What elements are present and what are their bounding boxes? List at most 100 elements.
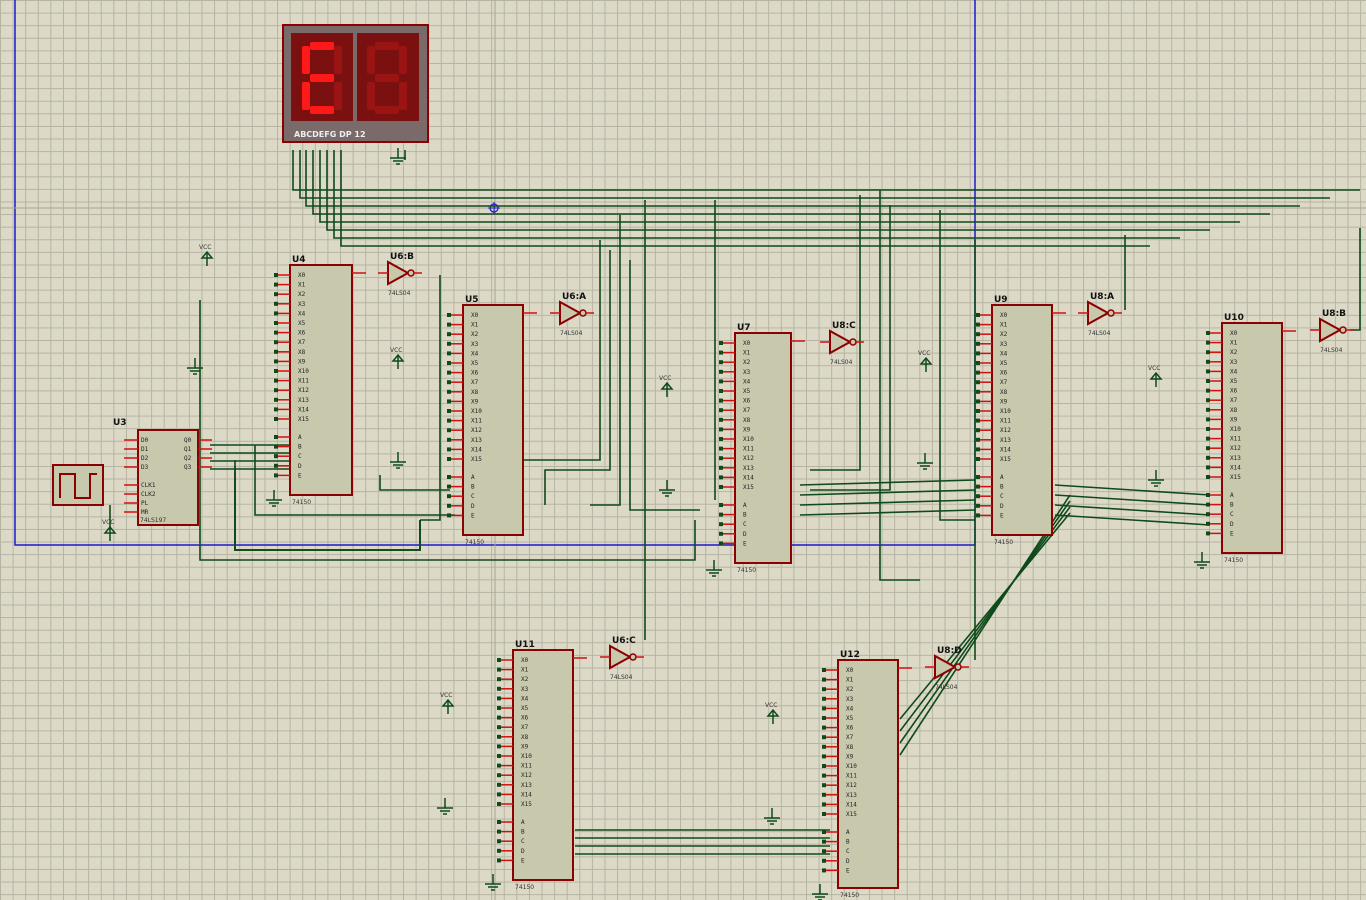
inverter-u8-a[interactable]: U8:A 74LS04 [1078, 292, 1122, 337]
pin-label: D2 [141, 455, 149, 462]
pin-label: X7 [1000, 379, 1008, 386]
vcc-symbol[interactable]: VCC [1148, 365, 1163, 387]
inverter-u8-d[interactable]: U8:D 74LS04 [925, 646, 969, 691]
pin-label: X3 [1230, 359, 1238, 366]
pin-label: B [1000, 484, 1004, 491]
pin-label: X0 [521, 657, 529, 664]
vcc-label: VCC [440, 692, 452, 699]
ground-symbol[interactable] [1148, 470, 1164, 487]
segment-a [375, 42, 399, 50]
pin-label: X8 [471, 389, 479, 396]
vcc-symbol[interactable]: VCC [390, 347, 405, 369]
inverter-type: 74LS04 [610, 674, 633, 681]
pin-label: X5 [471, 360, 479, 367]
pin-label: X13 [1230, 455, 1241, 462]
pin-label: X9 [1000, 398, 1008, 405]
vcc-symbol[interactable]: VCC [918, 350, 933, 372]
pin-label: X14 [846, 801, 857, 808]
ground-symbol[interactable] [390, 148, 406, 165]
ground-symbol[interactable] [659, 480, 675, 497]
segment-b [334, 46, 342, 74]
origin-marker[interactable] [488, 202, 500, 214]
chip-u3-counter[interactable]: U3 74LS197 D0 D1 D2 D3 CLK1 CLK2 PL MR Q0 Q1 Q2 Q3 [113, 418, 212, 526]
segment-f [367, 46, 375, 74]
chip-u7[interactable]: U7 74150 X0 X1 X2 X3 X4 X5 X6 X7 X8 X9 X10 X11 X12 X13 X… [719, 323, 805, 574]
pin-label: X4 [743, 378, 751, 385]
chip-u5[interactable]: U5 74150 X0 X1 X2 X3 X4 X5 X6 X7 X8 X9 X10 X11 X12 X13 X… [447, 295, 537, 546]
pin-label: B [521, 829, 525, 836]
pin-label: X11 [298, 378, 309, 385]
pin-label: D [743, 531, 747, 538]
pin-label: X4 [1230, 368, 1238, 375]
pin-label: X4 [298, 310, 306, 317]
vcc-label: VCC [918, 350, 930, 357]
pin-label: X12 [1000, 427, 1011, 434]
vcc-symbol[interactable]: VCC [440, 692, 455, 714]
segment-e [302, 82, 310, 110]
pin-label: X4 [1000, 350, 1008, 357]
seven-segment-display[interactable]: ABCDEFG DP 12 [282, 24, 429, 143]
pin-label: X3 [743, 369, 751, 376]
inverter-type: 74LS04 [830, 359, 853, 366]
ground-symbol[interactable] [266, 490, 282, 507]
pin-label: X7 [846, 734, 854, 741]
pin-label: D [471, 503, 475, 510]
vcc-symbol[interactable]: VCC [102, 519, 117, 541]
pin-label: D [1230, 521, 1234, 528]
chip-type: 74150 [292, 499, 311, 506]
inverter-u6-c[interactable]: U6:C 74LS04 [600, 636, 644, 681]
ground-symbol[interactable] [706, 560, 722, 577]
chip-u12[interactable]: U12 74150 X0 X1 X2 X3 X4 X5 X6 X7 X8 X9 X10 X11 X12 X13… [822, 650, 912, 899]
chip-type: 74150 [1224, 557, 1243, 564]
segment-c [334, 82, 342, 110]
chip-type: 74150 [737, 567, 756, 574]
pin-label: X2 [1230, 349, 1238, 356]
chip-u9[interactable]: U9 74150 X0 X1 X2 X3 X4 X5 X6 X7 X8 X9 X10 X11 X12 X13 X… [976, 295, 1066, 546]
pin-label: X14 [521, 791, 532, 798]
inverter-u6-b[interactable]: U6:B 74LS04 [378, 252, 422, 297]
pin-label: X10 [1230, 426, 1241, 433]
pin-label: X6 [1230, 388, 1238, 395]
vcc-label: VCC [390, 347, 402, 354]
chip-u10[interactable]: U10 74150 X0 X1 X2 X3 X4 X5 X6 X7 X8 X9 X10 X11 X12 X13… [1206, 313, 1296, 564]
chip-u11[interactable]: U11 74150 X0 X1 X2 X3 X4 X5 X6 X7 X8 X9 X10 X11 X12 X13… [497, 640, 587, 891]
ground-symbol[interactable] [812, 884, 828, 900]
pin-label: X6 [743, 398, 751, 405]
pin-label: X8 [846, 744, 854, 751]
pin-label: X13 [298, 397, 309, 404]
ground-symbol[interactable] [485, 874, 501, 891]
pin-label: X10 [298, 368, 309, 375]
pin-label: X6 [521, 715, 529, 722]
pin-label: X2 [846, 686, 854, 693]
pin-label: X12 [743, 455, 754, 462]
vcc-symbol[interactable]: VCC [765, 702, 780, 724]
pin-label: X1 [846, 677, 854, 684]
inverter-u8-c[interactable]: U8:C 74LS04 [820, 321, 864, 366]
inverter-ref: U6:A [562, 292, 586, 302]
pin-label: X13 [471, 437, 482, 444]
pin-label: X1 [298, 282, 306, 289]
pin-label: A [471, 474, 475, 481]
pin-label: X1 [743, 350, 751, 357]
pin-label: E [743, 540, 747, 547]
pin-label: X14 [471, 446, 482, 453]
ground-symbol[interactable] [437, 798, 453, 815]
ground-symbol[interactable] [390, 452, 406, 469]
ground-symbol[interactable] [917, 453, 933, 470]
ground-symbol[interactable] [764, 808, 780, 825]
inverter-u6-a[interactable]: U6:A 74LS04 [550, 292, 594, 337]
pin-label: X9 [846, 753, 854, 760]
pin-label: PL [141, 500, 149, 507]
inverter-ref: U6:C [612, 636, 636, 646]
pin-label: X1 [1230, 340, 1238, 347]
inverter-u8-b[interactable]: U8:B 74LS04 [1310, 309, 1354, 354]
clock-source[interactable] [52, 464, 104, 506]
pin-label: X11 [471, 418, 482, 425]
vcc-symbol[interactable]: VCC [199, 244, 214, 266]
pin-label: X11 [846, 773, 857, 780]
pin-label: X11 [1230, 436, 1241, 443]
ground-symbol[interactable] [1194, 552, 1210, 569]
pin-label: X3 [298, 301, 306, 308]
inverter-ref: U6:B [390, 252, 414, 262]
vcc-symbol[interactable]: VCC [659, 375, 674, 397]
